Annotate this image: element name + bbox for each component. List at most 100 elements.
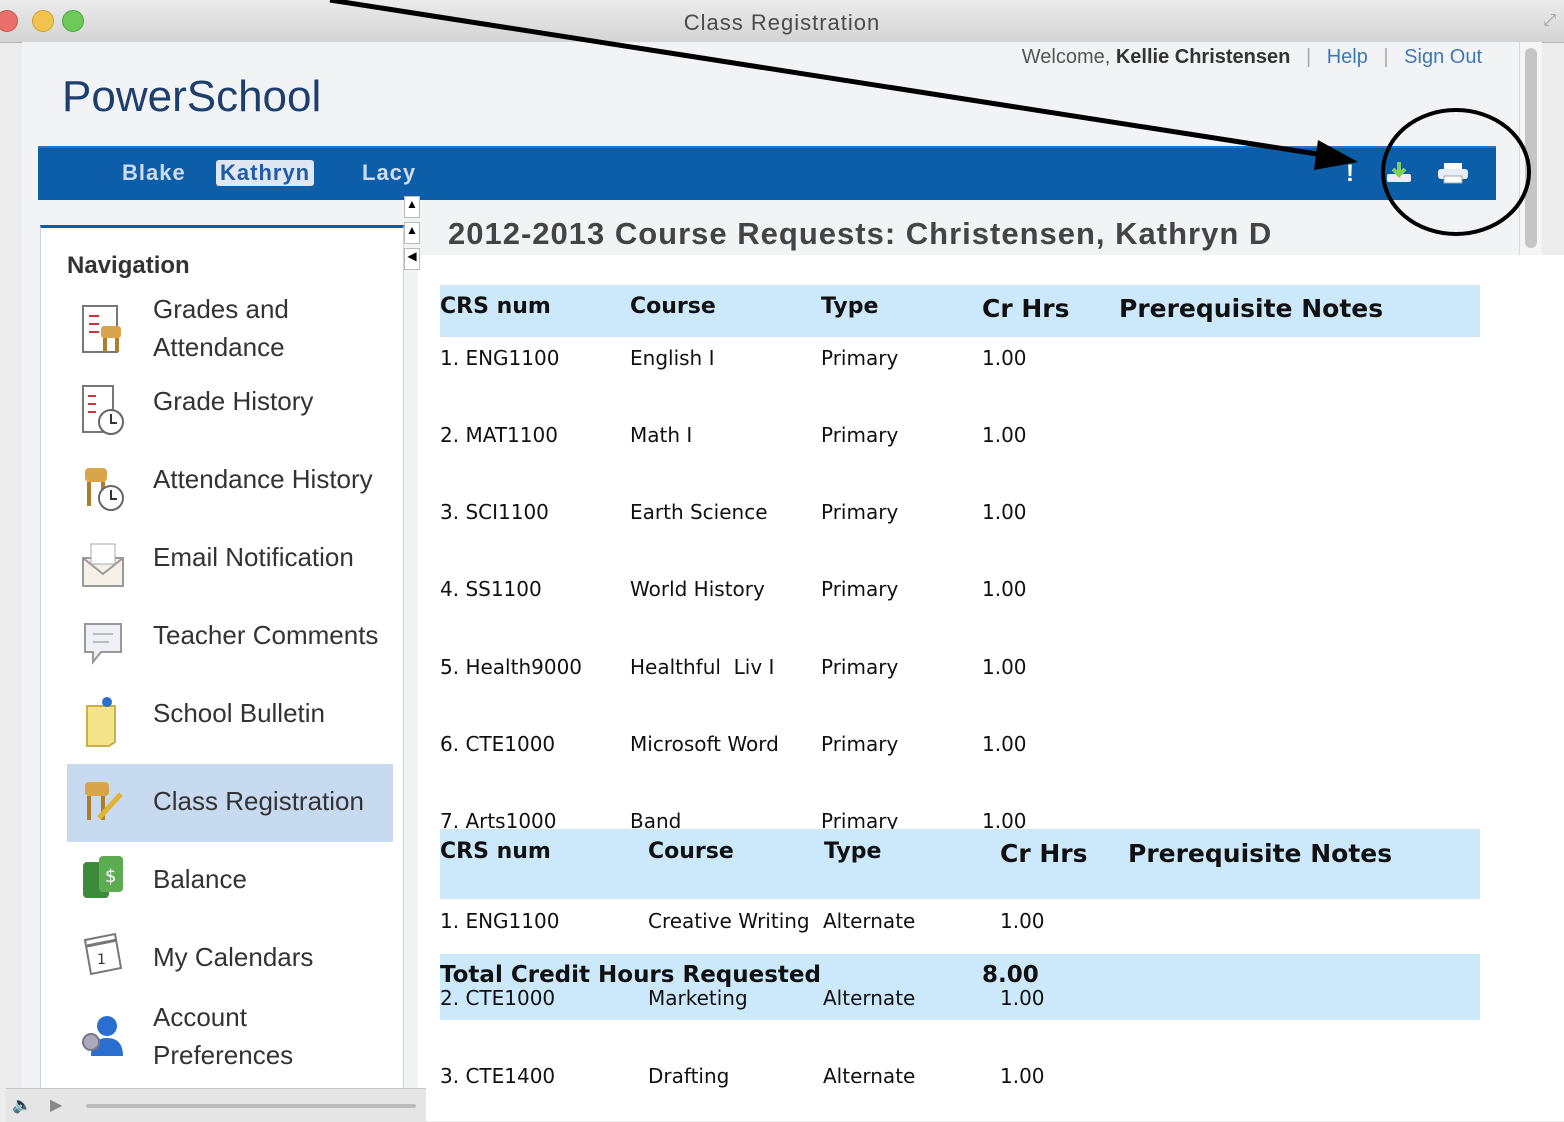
column-header: Cr Hrs bbox=[1000, 839, 1088, 868]
type-cell: Primary bbox=[821, 423, 899, 447]
user-name: Kellie Christensen bbox=[1115, 46, 1291, 68]
type-cell: Primary bbox=[821, 500, 899, 524]
cr-hrs-cell: 1.00 bbox=[982, 500, 1027, 524]
cr-hrs-cell: 1.00 bbox=[982, 423, 1027, 447]
nav-item-balance[interactable]: $ Balance bbox=[67, 842, 393, 920]
course-cell: Healthful Liv I bbox=[630, 655, 775, 679]
course-cell: Microsoft Word bbox=[630, 732, 779, 756]
type-cell: Primary bbox=[821, 655, 899, 679]
column-header: Course bbox=[630, 294, 716, 319]
cr-hrs-cell: 1.00 bbox=[1000, 1064, 1045, 1088]
window-title-bar: Class Registration ⤢ bbox=[0, 0, 1564, 43]
sign-out-link[interactable]: Sign Out bbox=[1404, 46, 1482, 68]
nav-item-grade-history[interactable]: Grade History bbox=[67, 374, 393, 452]
total-label: Total Credit Hours Requested bbox=[440, 962, 821, 988]
cr-hrs-cell: 1.00 bbox=[982, 655, 1027, 679]
download-icon[interactable] bbox=[1384, 160, 1414, 193]
media-progress-track[interactable] bbox=[86, 1104, 416, 1108]
fullscreen-icon[interactable]: ⤢ bbox=[1543, 12, 1556, 30]
cr-hrs-cell: 1.00 bbox=[982, 577, 1027, 601]
total-value: 8.00 bbox=[982, 962, 1039, 988]
crs-num-cell: 2. MAT1100 bbox=[440, 423, 558, 447]
crs-num-cell: 2. CTE1000 bbox=[440, 986, 556, 1010]
welcome-prefix: Welcome, bbox=[1021, 46, 1111, 68]
primary-table-header: CRS num Course Type Cr Hrs Prerequisite … bbox=[440, 285, 1480, 337]
grade-history-icon bbox=[82, 385, 124, 435]
student-tab-lacy[interactable]: Lacy bbox=[362, 160, 416, 186]
column-header: Prerequisite Notes bbox=[1119, 294, 1384, 323]
column-header: CRS num bbox=[440, 294, 551, 319]
column-header: Course bbox=[648, 839, 734, 864]
navigation-title: Navigation bbox=[67, 252, 190, 279]
type-cell: Alternate bbox=[823, 1064, 916, 1088]
course-cell: World History bbox=[630, 577, 765, 601]
crs-num-cell: 6. CTE1000 bbox=[440, 732, 556, 756]
grades-icon bbox=[82, 305, 121, 353]
column-header: Type bbox=[824, 839, 882, 864]
type-cell: Primary bbox=[821, 577, 899, 601]
collapse-nav-button[interactable]: ◀ bbox=[404, 248, 420, 270]
nav-label: Balance bbox=[153, 864, 247, 894]
comments-icon bbox=[84, 623, 122, 665]
navigation-panel: Navigation Grades and Attendance Grade H… bbox=[40, 225, 404, 1099]
course-cell: English I bbox=[630, 346, 715, 370]
nav-item-class-registration[interactable]: Class Registration bbox=[67, 764, 393, 842]
crs-num-cell: 3. CTE1400 bbox=[440, 1064, 556, 1088]
page-title: 2012-2013 Course Requests: Christensen, … bbox=[448, 216, 1273, 251]
nav-item-email-notification[interactable]: Email Notification bbox=[67, 530, 393, 608]
alert-icon[interactable]: ! bbox=[1346, 160, 1354, 188]
nav-item-my-calendars[interactable]: 1 My Calendars bbox=[67, 920, 393, 998]
svg-text:1: 1 bbox=[97, 952, 106, 968]
nav-item-school-bulletin[interactable]: School Bulletin bbox=[67, 686, 393, 764]
welcome-bar: Welcome, Kellie Christensen | Help | Sig… bbox=[1022, 46, 1482, 69]
course-cell: Creative Writing bbox=[648, 909, 810, 933]
print-icon[interactable] bbox=[1436, 160, 1470, 193]
crs-num-cell: 3. SCI1100 bbox=[440, 500, 549, 524]
cr-hrs-cell: 1.00 bbox=[982, 732, 1027, 756]
panel-scroll-up-button[interactable]: ▲ bbox=[404, 222, 420, 244]
crs-num-cell: 4. SS1100 bbox=[440, 577, 542, 601]
help-link[interactable]: Help bbox=[1327, 46, 1368, 68]
divider: | bbox=[1305, 46, 1312, 68]
cr-hrs-cell: 1.00 bbox=[1000, 909, 1045, 933]
bulletin-icon bbox=[86, 697, 116, 747]
nav-label: Teacher Comments bbox=[153, 620, 379, 650]
svg-text:$: $ bbox=[105, 866, 116, 887]
column-header: Cr Hrs bbox=[982, 294, 1070, 323]
scrollbar-thumb[interactable] bbox=[1525, 48, 1537, 248]
type-cell: Alternate bbox=[823, 986, 916, 1010]
student-tab-kathryn[interactable]: Kathryn bbox=[216, 160, 315, 186]
student-tab-blake[interactable]: Blake bbox=[122, 160, 186, 186]
calendar-icon: 1 bbox=[83, 932, 123, 976]
crs-num-cell: 1. ENG1100 bbox=[440, 909, 560, 933]
course-cell: Marketing bbox=[648, 986, 748, 1010]
nav-label: Attendance bbox=[153, 332, 285, 362]
total-row: Total Credit Hours Requested 8.00 bbox=[440, 954, 1480, 1020]
nav-label: Preferences bbox=[153, 1040, 294, 1070]
nav-item-grades-and-attendance[interactable]: Grades and Attendance bbox=[67, 294, 393, 372]
window-title: Class Registration bbox=[683, 10, 881, 35]
crs-num-cell: 5. Health9000 bbox=[440, 655, 583, 679]
nav-label: Attendance History bbox=[153, 464, 373, 494]
column-header: Type bbox=[821, 294, 879, 319]
nav-item-account-preferences[interactable]: Account Preferences bbox=[67, 998, 393, 1076]
nav-item-attendance-history[interactable]: Attendance History bbox=[67, 452, 393, 530]
balance-icon: $ bbox=[83, 856, 123, 898]
divider: | bbox=[1383, 46, 1389, 68]
volume-icon[interactable]: 🔈 bbox=[12, 1095, 32, 1115]
email-icon bbox=[82, 543, 124, 587]
cr-hrs-cell: 1.00 bbox=[1000, 986, 1045, 1010]
alternate-table-header: CRS num Course Type Cr Hrs Prerequisite … bbox=[440, 829, 1480, 899]
course-cell: Math I bbox=[630, 423, 693, 447]
nav-label: Grades and bbox=[153, 294, 289, 324]
attendance-history-icon bbox=[85, 468, 124, 511]
cr-hrs-cell: 1.00 bbox=[982, 346, 1027, 370]
play-icon[interactable]: ▶ bbox=[50, 1095, 62, 1115]
course-cell: Earth Science bbox=[630, 500, 768, 524]
course-cell: Drafting bbox=[648, 1064, 730, 1088]
registration-icon bbox=[85, 782, 123, 820]
nav-item-teacher-comments[interactable]: Teacher Comments bbox=[67, 608, 393, 686]
panel-scroll-up-button[interactable]: ▲ bbox=[404, 196, 420, 218]
powerschool-logo: PowerSchool bbox=[62, 72, 322, 121]
media-controls: 🔈 ▶ bbox=[6, 1088, 426, 1122]
